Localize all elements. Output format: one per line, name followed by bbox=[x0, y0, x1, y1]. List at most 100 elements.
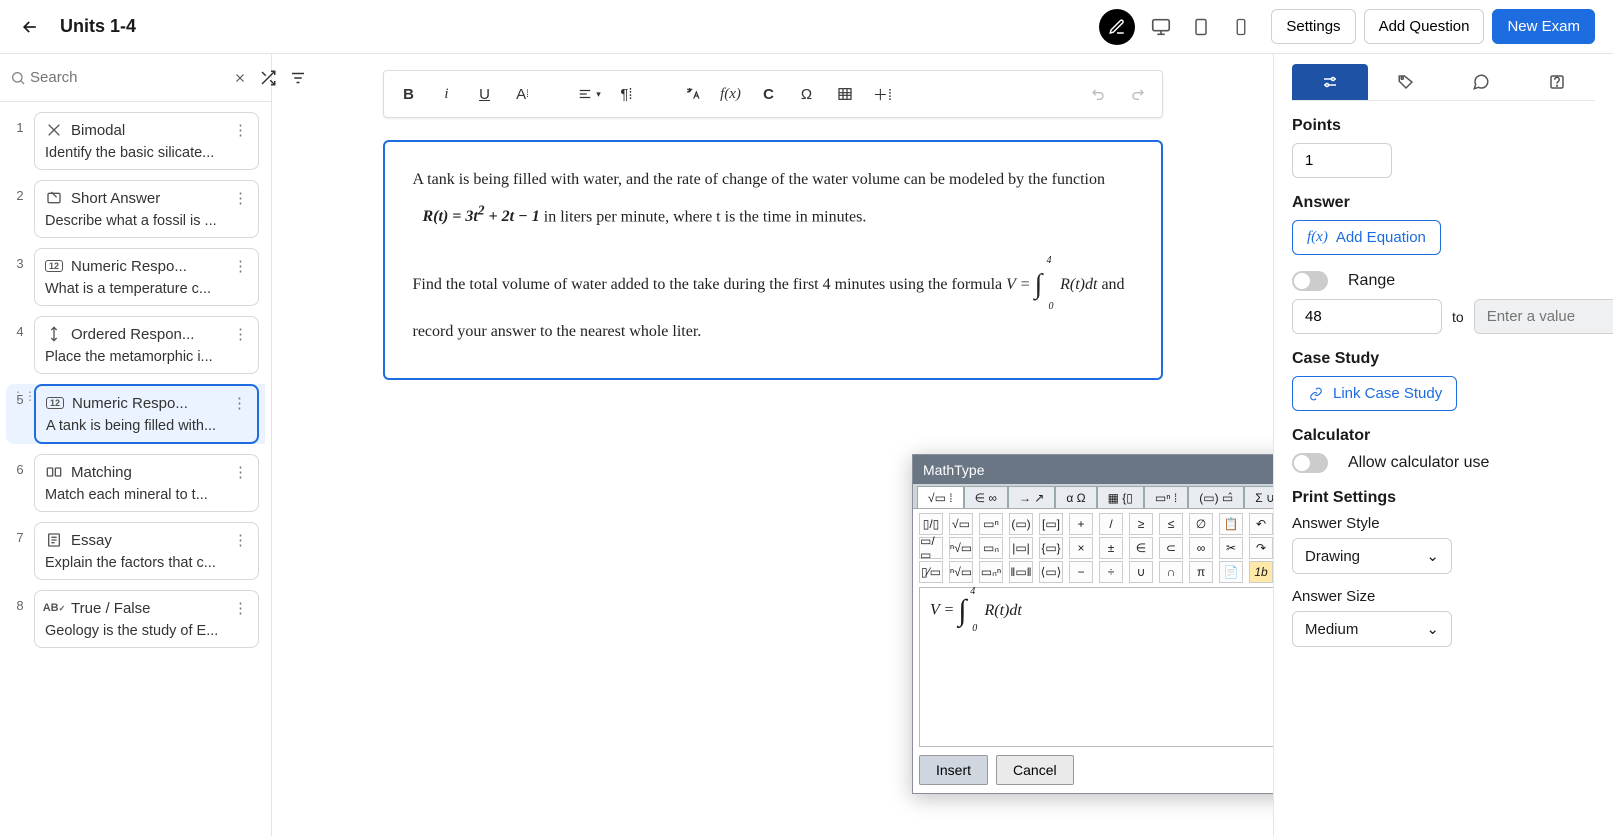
mt-minus[interactable]: − bbox=[1069, 561, 1093, 583]
mt-paren[interactable]: (▭) bbox=[1009, 513, 1033, 535]
tab-settings[interactable] bbox=[1292, 64, 1368, 100]
mt-cut[interactable]: ✂ bbox=[1219, 537, 1243, 559]
underline-button[interactable]: U bbox=[472, 79, 498, 109]
answer-size-dropdown[interactable]: Medium ⌄ bbox=[1292, 611, 1452, 647]
calculator-toggle[interactable] bbox=[1292, 453, 1328, 473]
mt-sup[interactable]: ▭ⁿ bbox=[979, 513, 1003, 535]
insert-more-button[interactable]: ＋⁞ bbox=[870, 79, 896, 109]
mt-bracket[interactable]: [▭] bbox=[1039, 513, 1063, 535]
add-question-button[interactable]: Add Question bbox=[1364, 9, 1485, 44]
more-icon[interactable]: ⋮ bbox=[233, 325, 248, 343]
mt-angle[interactable]: ⟨▭⟩ bbox=[1039, 561, 1063, 583]
mt-frac[interactable]: ▯/▯ bbox=[919, 513, 943, 535]
question-card[interactable]: Short Answer⋮Describe what a fossil is .… bbox=[34, 180, 259, 238]
question-card[interactable]: AB✓True / False⋮Geology is the study of … bbox=[34, 590, 259, 648]
mt-union[interactable]: ∪ bbox=[1129, 561, 1153, 583]
italic-button[interactable]: i bbox=[434, 79, 460, 109]
more-icon[interactable]: ⋮ bbox=[233, 463, 248, 481]
search-input[interactable] bbox=[26, 65, 233, 90]
question-card[interactable]: Matching⋮Match each mineral to t... bbox=[34, 454, 259, 512]
edit-mode-button[interactable] bbox=[1099, 9, 1135, 45]
clear-search-icon[interactable] bbox=[233, 71, 247, 85]
more-icon[interactable]: ⋮ bbox=[233, 189, 248, 207]
question-card[interactable]: Ordered Respon...⋮Place the metamorphic … bbox=[34, 316, 259, 374]
mt-subsup[interactable]: ▭ₙⁿ bbox=[979, 561, 1003, 583]
more-icon[interactable]: ⋮ bbox=[233, 121, 248, 139]
mt-subset[interactable]: ⊂ bbox=[1159, 537, 1183, 559]
mt-inf[interactable]: ∞ bbox=[1189, 537, 1213, 559]
tab-tags[interactable] bbox=[1368, 64, 1444, 100]
more-icon[interactable]: ⋮ bbox=[233, 599, 248, 617]
question-card[interactable]: Essay⋮Explain the factors that c... bbox=[34, 522, 259, 580]
mt-sqrt[interactable]: √▭ bbox=[949, 513, 973, 535]
translate-button[interactable] bbox=[680, 79, 706, 109]
paragraph-button[interactable]: ¶⁞ bbox=[614, 79, 640, 109]
mt-sub[interactable]: ▭ₙ bbox=[979, 537, 1003, 559]
redo-button[interactable] bbox=[1124, 79, 1150, 109]
mt-inter[interactable]: ∩ bbox=[1159, 561, 1183, 583]
range-toggle[interactable] bbox=[1292, 271, 1328, 291]
mt-pm[interactable]: ± bbox=[1099, 537, 1123, 559]
mt-undo[interactable]: ↶ bbox=[1249, 513, 1273, 535]
add-equation-button[interactable]: f(x) Add Equation bbox=[1292, 220, 1441, 255]
more-icon[interactable]: ⋮ bbox=[233, 531, 248, 549]
mt-tab-script[interactable]: ▭ⁿ ⁞ bbox=[1144, 486, 1188, 508]
mt-brace[interactable]: {▭} bbox=[1039, 537, 1063, 559]
mt-tab-root[interactable]: √▭ ⁞ bbox=[917, 486, 964, 508]
mt-tab-set[interactable]: ∈ ∞ bbox=[964, 486, 1008, 508]
question-editor[interactable]: A tank is being filled with water, and t… bbox=[383, 140, 1163, 380]
tab-help[interactable] bbox=[1519, 64, 1595, 100]
mt-ib[interactable]: 1b bbox=[1249, 561, 1273, 583]
mt-plus[interactable]: + bbox=[1069, 513, 1093, 535]
mt-le[interactable]: ≤ bbox=[1159, 513, 1183, 535]
mt-divide[interactable]: ÷ bbox=[1099, 561, 1123, 583]
mt-tab-greek[interactable]: α Ω bbox=[1055, 486, 1096, 508]
question-card[interactable]: 12Numeric Respo...⋮What is a temperature… bbox=[34, 248, 259, 306]
tab-comments[interactable] bbox=[1444, 64, 1520, 100]
answer-style-dropdown[interactable]: Drawing ⌄ bbox=[1292, 538, 1452, 574]
mt-pi[interactable]: π bbox=[1189, 561, 1213, 583]
new-exam-button[interactable]: New Exam bbox=[1492, 9, 1595, 44]
tablet-preview-icon[interactable] bbox=[1183, 9, 1219, 45]
undo-button[interactable] bbox=[1086, 79, 1112, 109]
mt-tab-paren[interactable]: (▭) ▭̂ bbox=[1188, 486, 1244, 508]
mt-tab-arrow[interactable]: → ↗ bbox=[1008, 486, 1055, 508]
mathtype-canvas[interactable]: V = ∫ 4 0 R(t)dt bbox=[919, 587, 1273, 747]
align-button[interactable]: ▾ bbox=[576, 79, 602, 109]
table-button[interactable] bbox=[832, 79, 858, 109]
mt-fracfull[interactable]: ▭/▭ bbox=[919, 537, 943, 559]
mathtype-insert-button[interactable]: Insert bbox=[919, 755, 988, 785]
back-button[interactable] bbox=[18, 15, 42, 39]
mt-in[interactable]: ∈ bbox=[1129, 537, 1153, 559]
question-list[interactable]: 1Bimodal⋮Identify the basic silicate...2… bbox=[0, 102, 271, 836]
question-card[interactable]: Bimodal⋮Identify the basic silicate... bbox=[34, 112, 259, 170]
omega-button[interactable]: Ω bbox=[794, 79, 820, 109]
font-color-button[interactable]: A⁞ bbox=[510, 79, 536, 109]
mathtype-titlebar[interactable]: MathType — ⛶ ✕ bbox=[913, 455, 1273, 484]
settings-button[interactable]: Settings bbox=[1271, 9, 1355, 44]
mt-copy[interactable]: 📋 bbox=[1219, 513, 1243, 535]
more-icon[interactable]: ⋮ bbox=[233, 257, 248, 275]
mt-nroot[interactable]: ⁿ√▭ bbox=[949, 537, 973, 559]
points-input[interactable] bbox=[1292, 143, 1392, 178]
mt-nroot2[interactable]: ⁿ√▭ bbox=[949, 561, 973, 583]
range-to-input[interactable] bbox=[1474, 299, 1613, 334]
bold-button[interactable]: B bbox=[396, 79, 422, 109]
mt-ge[interactable]: ≥ bbox=[1129, 513, 1153, 535]
drag-handle-icon[interactable]: ⋮⋮ bbox=[12, 389, 36, 403]
mt-norm[interactable]: ‖▭‖ bbox=[1009, 561, 1033, 583]
mt-bevfrac[interactable]: ▯⁄▭ bbox=[919, 561, 943, 583]
mt-tab-sum[interactable]: Σ ∪ bbox=[1244, 486, 1273, 508]
equation-button[interactable]: f(x) bbox=[718, 79, 744, 109]
mt-redo[interactable]: ↷ bbox=[1249, 537, 1273, 559]
phone-preview-icon[interactable] bbox=[1223, 9, 1259, 45]
code-button[interactable]: C bbox=[756, 79, 782, 109]
link-case-study-button[interactable]: Link Case Study bbox=[1292, 376, 1457, 411]
mathtype-cancel-button[interactable]: Cancel bbox=[996, 755, 1074, 785]
mt-tab-matrix[interactable]: ▦ {▯ bbox=[1097, 486, 1144, 508]
more-icon[interactable]: ⋮ bbox=[232, 394, 247, 412]
mt-abs[interactable]: |▭| bbox=[1009, 537, 1033, 559]
mt-empty[interactable]: ∅ bbox=[1189, 513, 1213, 535]
mt-div[interactable]: / bbox=[1099, 513, 1123, 535]
range-from-input[interactable] bbox=[1292, 299, 1442, 334]
